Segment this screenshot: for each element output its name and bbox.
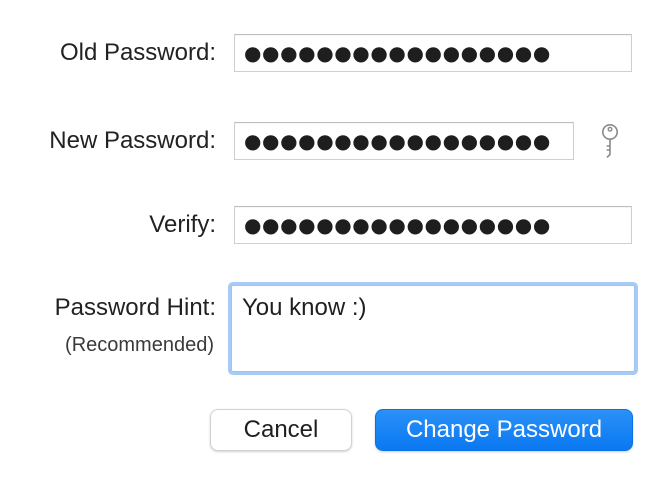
cancel-button[interactable]: Cancel — [210, 409, 352, 451]
password-hint-recommended: (Recommended) — [65, 334, 214, 356]
old-password-field[interactable]: ●●●●●●●●●●●●●●●●● — [234, 34, 632, 72]
password-hint-value: You know :) — [242, 294, 367, 321]
verify-field[interactable]: ●●●●●●●●●●●●●●●●● — [234, 206, 632, 244]
change-password-button[interactable]: Change Password — [375, 409, 633, 451]
old-password-label: Old Password: — [59, 39, 216, 66]
verify-label: Verify: — [149, 211, 216, 238]
change-password-dialog: Old Password: ●●●●●●●●●●●●●●●●● New Pass… — [0, 0, 668, 482]
password-hint-textarea[interactable]: You know :) — [231, 285, 635, 372]
password-hint-label: Password Hint: — [54, 294, 216, 321]
new-password-value: ●●●●●●●●●●●●●●●●● — [244, 129, 551, 153]
key-icon[interactable] — [596, 122, 624, 160]
new-password-field[interactable]: ●●●●●●●●●●●●●●●●● — [234, 122, 574, 160]
new-password-label: New Password: — [49, 127, 216, 154]
verify-value: ●●●●●●●●●●●●●●●●● — [244, 213, 551, 237]
old-password-value: ●●●●●●●●●●●●●●●●● — [244, 41, 551, 65]
